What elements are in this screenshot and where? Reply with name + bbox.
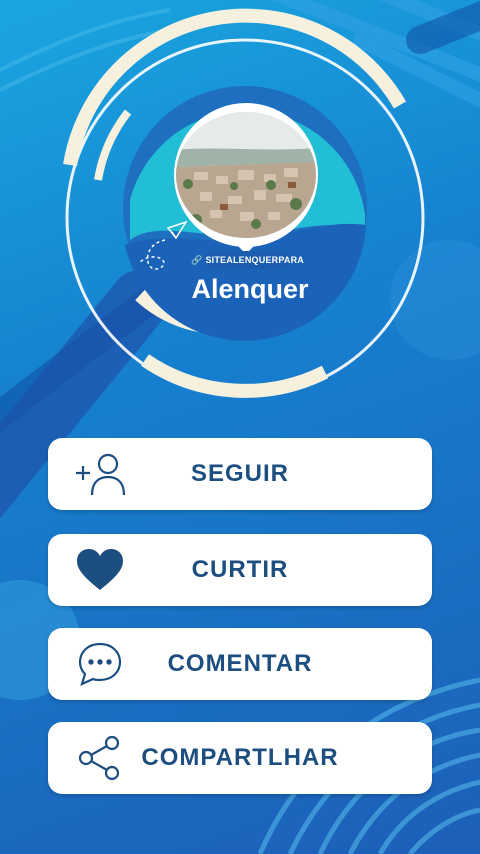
comment-button[interactable]: COMENTAR (48, 628, 432, 700)
like-label: CURTIR (191, 556, 289, 583)
follow-button[interactable]: SEGUIR (48, 438, 432, 510)
like-button[interactable]: CURTIR (48, 534, 432, 606)
link-icon: 🔗 (191, 254, 203, 265)
profile-handle-badge[interactable]: 🔗 SITEALENQUERPARA (191, 251, 304, 269)
follow-label: SEGUIR (190, 460, 289, 487)
city-name: Alenquer (191, 274, 309, 304)
city-photo (176, 112, 316, 238)
share-label: COMPARTLHAR (141, 744, 339, 771)
comment-label: COMENTAR (167, 650, 313, 677)
profile-emblem: 🔗 SITEALENQUERPARA Alenquer (0, 0, 480, 420)
share-button[interactable]: COMPARTLHAR (48, 722, 432, 794)
profile-handle: SITEALENQUERPARA (205, 255, 304, 265)
